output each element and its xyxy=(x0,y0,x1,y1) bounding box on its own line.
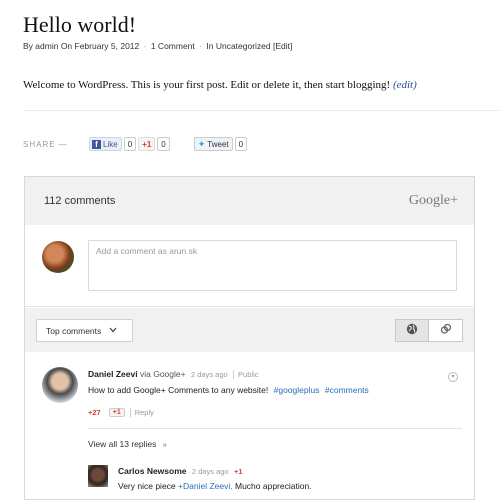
mention-link[interactable]: +Daniel Zeevi. xyxy=(178,481,233,491)
twitter-bird-icon: ✦ xyxy=(197,138,206,149)
comment-visibility: Public xyxy=(233,370,259,379)
replies-divider xyxy=(88,428,462,429)
reply-header: Carlos Newsome 2 days ago +1 xyxy=(118,466,243,476)
comment-text: How to add Google+ Comments to any websi… xyxy=(88,385,369,395)
post-meta: By admin On February 5, 2012 · 1 Comment… xyxy=(23,41,292,51)
comment-body: How to add Google+ Comments to any websi… xyxy=(88,385,269,395)
post-body-edit-link[interactable]: (edit) xyxy=(393,79,417,91)
reply-time[interactable]: 2 days ago xyxy=(192,467,229,476)
share-label: SHARE — xyxy=(23,139,68,149)
plusone-count: 0 xyxy=(157,137,170,151)
comment-author[interactable]: Daniel Zeevi xyxy=(88,369,138,379)
comment-count: 112 comments xyxy=(44,195,116,207)
hashtag-link[interactable]: #comments xyxy=(325,385,369,395)
comments-header: 112 comments Google+ xyxy=(25,177,474,225)
reply-text: Very nice piece +Daniel Zeevi. Mucho app… xyxy=(118,481,312,491)
google-plusone-button[interactable]: +1 xyxy=(138,137,156,151)
comment-time[interactable]: 2 days ago xyxy=(191,370,228,379)
post-title[interactable]: Hello world! xyxy=(23,12,136,38)
comment-header: Daniel Zeevi via Google+ 2 days ago Publ… xyxy=(88,369,259,379)
tweet-label: Tweet xyxy=(207,139,229,149)
google-plus-logo[interactable]: Google+ xyxy=(409,193,458,209)
comment-actions: +27 +1 Reply xyxy=(88,408,154,417)
post-category-link[interactable]: In Uncategorized xyxy=(206,41,270,51)
facebook-icon: f xyxy=(92,139,101,149)
tweet-count: 0 xyxy=(234,137,248,151)
post-comments-link[interactable]: 1 Comment xyxy=(151,41,195,51)
plus-count[interactable]: +27 xyxy=(88,408,101,417)
reply-plus-count[interactable]: +1 xyxy=(234,467,243,476)
like-count: 0 xyxy=(123,137,137,151)
post-body-text: Welcome to WordPress. This is your first… xyxy=(23,79,391,91)
reply-author-avatar[interactable] xyxy=(88,465,108,487)
reply-author[interactable]: Carlos Newsome xyxy=(118,466,187,476)
post-edit-link[interactable]: [Edit] xyxy=(273,41,292,51)
facebook-like-button[interactable]: f Like xyxy=(89,137,122,151)
compose-area: Add a comment as arun sk xyxy=(25,225,474,307)
circles-view-button[interactable] xyxy=(429,319,463,342)
comment-via: via Google+ xyxy=(139,369,186,379)
sort-label: Top comments xyxy=(46,325,102,336)
chevron-down-icon xyxy=(109,326,117,335)
current-user-avatar[interactable] xyxy=(42,241,74,273)
share-bar: SHARE — f Like 0 +1 0 ✦ Tweet 0 xyxy=(23,136,248,152)
commenter-avatar[interactable] xyxy=(42,367,78,403)
audience-toggle xyxy=(395,319,463,342)
public-view-button[interactable] xyxy=(395,319,429,342)
post-date: On February 5, 2012 xyxy=(60,41,140,51)
google-plus-comments-widget: 112 comments Google+ Add a comment as ar… xyxy=(24,176,475,500)
chevron-down-icon: » xyxy=(162,442,167,449)
plusone-button[interactable]: +1 xyxy=(108,408,125,417)
post-divider xyxy=(23,110,500,111)
reply-button[interactable]: Reply xyxy=(129,408,154,417)
circles-icon xyxy=(440,322,452,340)
meta-separator: · xyxy=(143,41,147,51)
view-replies-link[interactable]: View all 13 replies » xyxy=(88,439,167,449)
globe-icon xyxy=(406,322,418,340)
view-replies-label: View all 13 replies xyxy=(88,439,157,449)
post-author[interactable]: By admin xyxy=(23,41,58,51)
plusone-label: +1 xyxy=(142,139,152,149)
comment-input[interactable]: Add a comment as arun sk xyxy=(88,240,457,291)
hashtag-link[interactable]: #googleplus xyxy=(274,385,320,395)
post-body: Welcome to WordPress. This is your first… xyxy=(23,79,417,91)
like-label: Like xyxy=(103,139,118,149)
sort-dropdown[interactable]: Top comments xyxy=(36,319,133,342)
comment-options-icon[interactable]: ▾ xyxy=(448,372,458,382)
tweet-button[interactable]: ✦ Tweet xyxy=(193,137,233,151)
reply-body-after: Mucho appreciation. xyxy=(234,481,312,491)
comments-toolbar: Top comments xyxy=(25,308,474,352)
reply-body-before: Very nice piece xyxy=(118,481,176,491)
meta-separator: · xyxy=(199,41,202,51)
